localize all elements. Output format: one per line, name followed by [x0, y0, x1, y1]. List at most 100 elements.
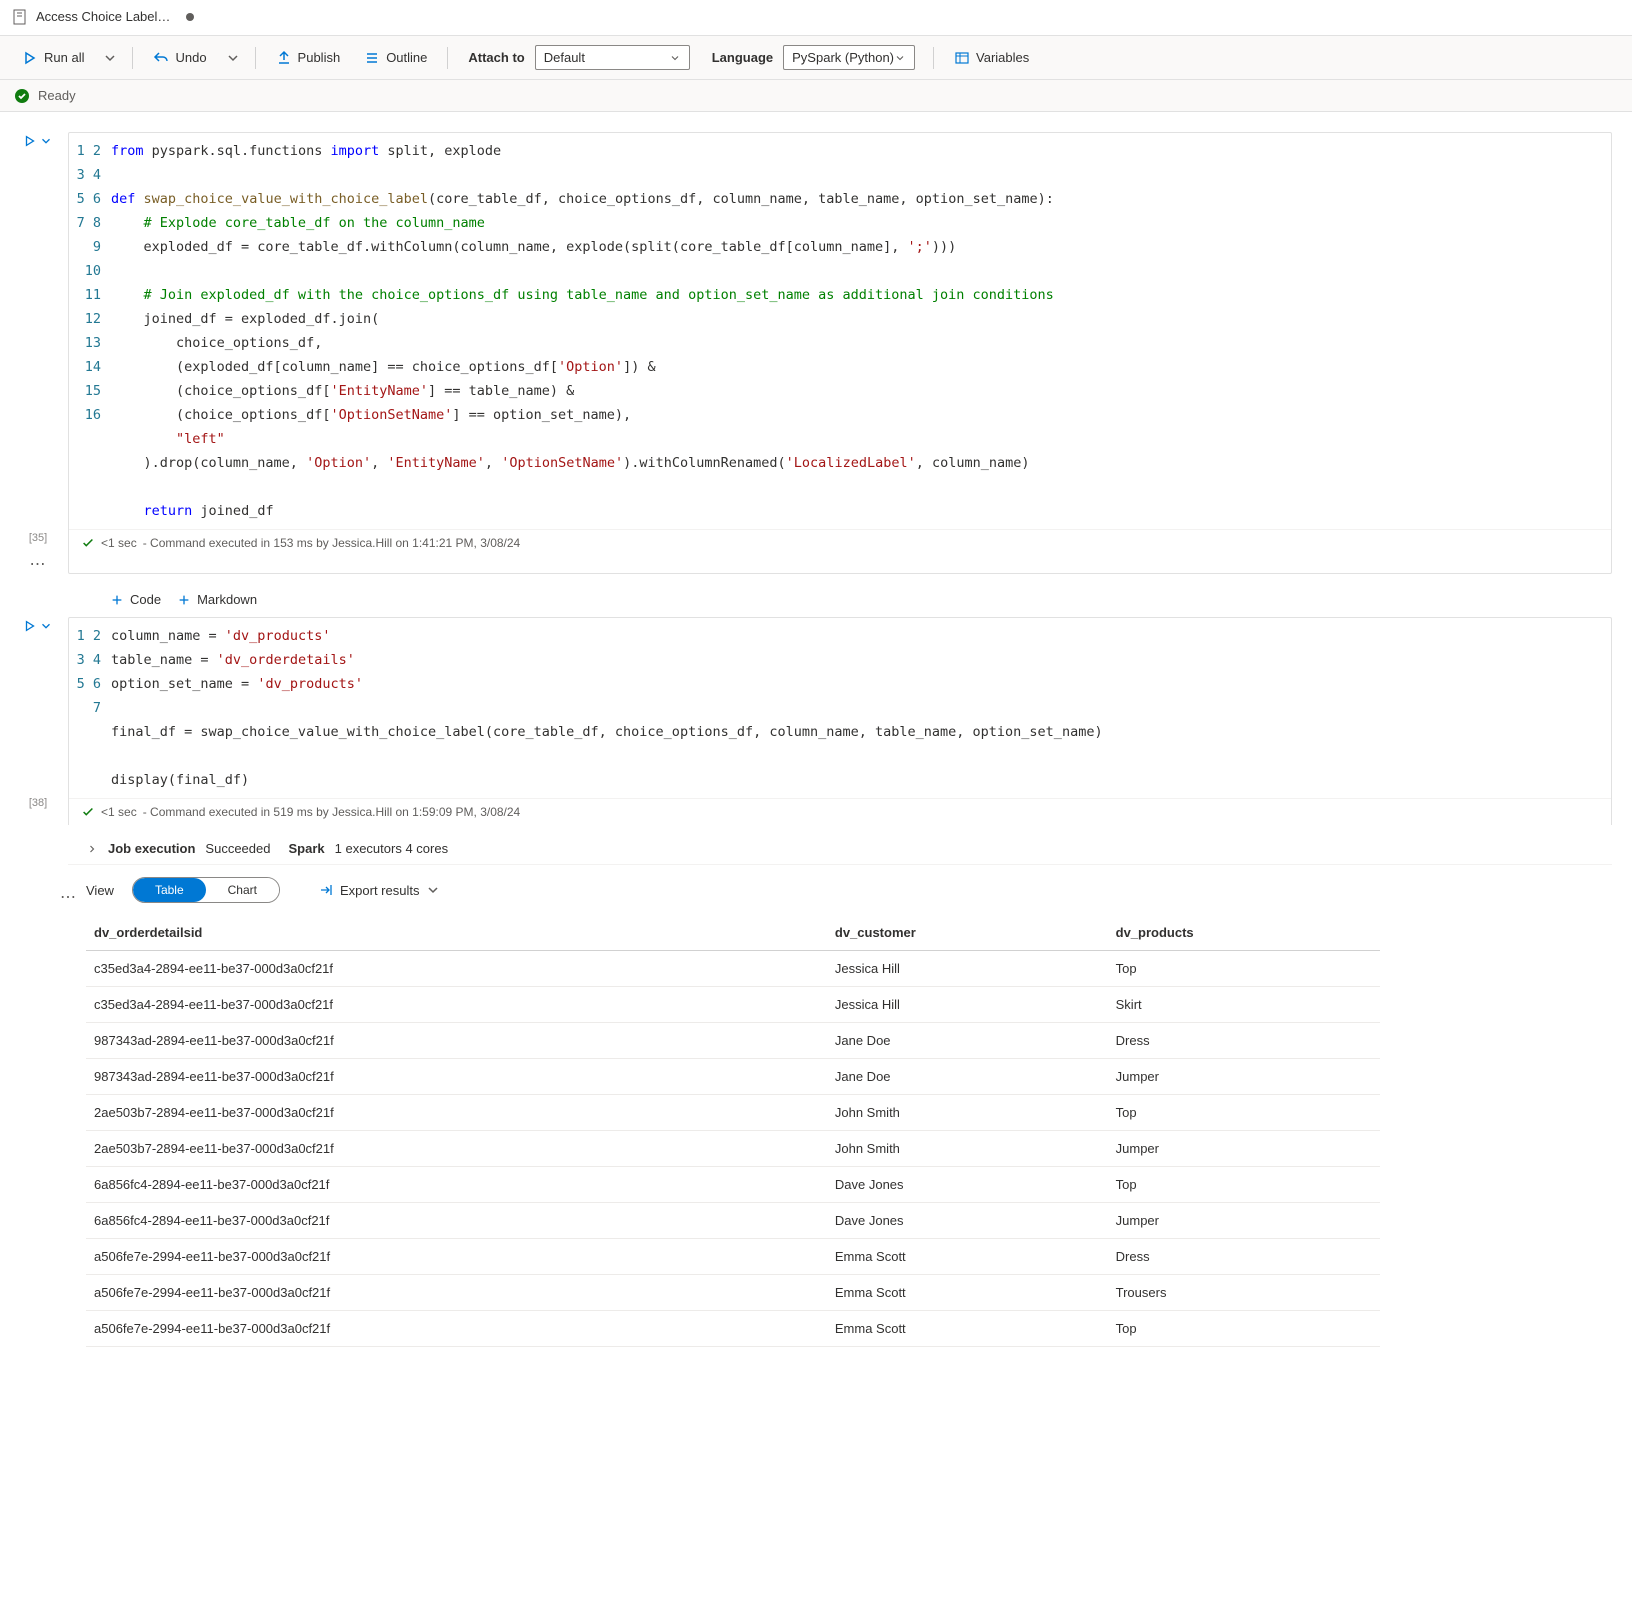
undo-button[interactable]: Undo	[143, 44, 216, 72]
more-cell-actions[interactable]: ⋯	[60, 887, 76, 907]
status-bar: Ready	[0, 80, 1632, 112]
add-markdown-button[interactable]: Markdown	[177, 592, 257, 607]
code-cell: [35] ⋯ 1 2 3 4 5 6 7 8 9 10 11 12 13 14 …	[0, 132, 1632, 574]
tab-title: Access Choice Label…	[36, 9, 170, 24]
table-row[interactable]: 987343ad-2894-ee11-be37-000d3a0cf21fJane…	[86, 1059, 1380, 1095]
run-all-button[interactable]: Run all	[12, 44, 94, 72]
cell-menu-button[interactable]	[39, 134, 53, 148]
attach-to-dropdown[interactable]: Default	[535, 45, 690, 70]
chevron-down-icon	[425, 882, 441, 898]
success-icon	[14, 88, 30, 104]
view-label: View	[86, 883, 114, 898]
outline-button[interactable]: Outline	[354, 44, 437, 72]
table-cell: a506fe7e-2994-ee11-be37-000d3a0cf21f	[86, 1275, 827, 1311]
chevron-down-icon	[894, 52, 906, 64]
table-row[interactable]: c35ed3a4-2894-ee11-be37-000d3a0cf21fJess…	[86, 951, 1380, 987]
cell-gutter: [35] ⋯	[8, 132, 68, 574]
view-table-button[interactable]: Table	[133, 878, 206, 902]
notebook-tab[interactable]: Access Choice Label…	[6, 3, 210, 33]
cell-output: Job execution Succeeded Spark 1 executor…	[0, 833, 1612, 1347]
table-cell: Dress	[1108, 1023, 1380, 1059]
variables-button[interactable]: Variables	[944, 44, 1039, 72]
table-cell: Top	[1108, 1095, 1380, 1131]
run-cell-button[interactable]	[23, 619, 37, 633]
cell-body[interactable]: 1 2 3 4 5 6 7 column_name = 'dv_products…	[68, 617, 1612, 825]
cell-body[interactable]: 1 2 3 4 5 6 7 8 9 10 11 12 13 14 15 16 f…	[68, 132, 1612, 574]
attach-to-label: Attach to	[468, 50, 524, 65]
code-editor[interactable]: from pyspark.sql.functions import split,…	[111, 139, 1611, 523]
table-cell: Trousers	[1108, 1275, 1380, 1311]
table-cell: Dress	[1108, 1239, 1380, 1275]
results-table: dv_orderdetailsiddv_customerdv_products …	[86, 915, 1380, 1347]
table-cell: a506fe7e-2994-ee11-be37-000d3a0cf21f	[86, 1311, 827, 1347]
line-numbers: 1 2 3 4 5 6 7 8 9 10 11 12 13 14 15 16	[69, 139, 111, 523]
code-editor[interactable]: column_name = 'dv_products' table_name =…	[111, 624, 1611, 792]
more-cell-actions[interactable]: ⋯	[30, 554, 47, 574]
code-cell: [38] 1 2 3 4 5 6 7 column_name = 'dv_pro…	[0, 617, 1632, 825]
chevron-right-icon	[86, 843, 98, 855]
chevron-down-icon	[225, 50, 241, 66]
line-numbers: 1 2 3 4 5 6 7	[69, 624, 111, 792]
table-row[interactable]: a506fe7e-2994-ee11-be37-000d3a0cf21fEmma…	[86, 1311, 1380, 1347]
view-toggle-row: View Table Chart Export results	[68, 865, 1612, 915]
add-code-button[interactable]: Code	[110, 592, 161, 607]
table-row[interactable]: 2ae503b7-2894-ee11-be37-000d3a0cf21fJohn…	[86, 1131, 1380, 1167]
cell-status: <1 sec - Command executed in 153 ms by J…	[69, 529, 1611, 556]
column-header[interactable]: dv_products	[1108, 915, 1380, 951]
table-row[interactable]: 2ae503b7-2894-ee11-be37-000d3a0cf21fJohn…	[86, 1095, 1380, 1131]
column-header[interactable]: dv_customer	[827, 915, 1108, 951]
job-execution-row[interactable]: Job execution Succeeded Spark 1 executor…	[68, 833, 1612, 865]
table-cell: Jumper	[1108, 1059, 1380, 1095]
table-cell: 2ae503b7-2894-ee11-be37-000d3a0cf21f	[86, 1095, 827, 1131]
run-all-dropdown[interactable]	[98, 44, 122, 72]
table-row[interactable]: a506fe7e-2994-ee11-be37-000d3a0cf21fEmma…	[86, 1239, 1380, 1275]
table-row[interactable]: 6a856fc4-2894-ee11-be37-000d3a0cf21fDave…	[86, 1167, 1380, 1203]
table-cell: Jessica Hill	[827, 951, 1108, 987]
plus-icon	[177, 593, 191, 607]
add-cell-bar: Code Markdown	[0, 582, 1632, 617]
separator	[447, 47, 448, 69]
table-row[interactable]: 987343ad-2894-ee11-be37-000d3a0cf21fJane…	[86, 1023, 1380, 1059]
success-icon	[81, 536, 95, 550]
table-cell: Top	[1108, 1311, 1380, 1347]
undo-icon	[153, 50, 169, 66]
table-cell: Top	[1108, 951, 1380, 987]
language-dropdown[interactable]: PySpark (Python)	[783, 45, 915, 70]
separator	[933, 47, 934, 69]
table-cell: 6a856fc4-2894-ee11-be37-000d3a0cf21f	[86, 1167, 827, 1203]
status-text: Ready	[38, 88, 76, 103]
table-row[interactable]: c35ed3a4-2894-ee11-be37-000d3a0cf21fJess…	[86, 987, 1380, 1023]
table-cell: Skirt	[1108, 987, 1380, 1023]
table-cell: Dave Jones	[827, 1203, 1108, 1239]
table-cell: c35ed3a4-2894-ee11-be37-000d3a0cf21f	[86, 951, 827, 987]
table-cell: c35ed3a4-2894-ee11-be37-000d3a0cf21f	[86, 987, 827, 1023]
table-cell: John Smith	[827, 1131, 1108, 1167]
cell-menu-button[interactable]	[39, 619, 53, 633]
table-cell: Jumper	[1108, 1131, 1380, 1167]
tab-bar: Access Choice Label…	[0, 0, 1632, 36]
run-cell-button[interactable]	[23, 134, 37, 148]
column-header[interactable]: dv_orderdetailsid	[86, 915, 827, 951]
table-row[interactable]: 6a856fc4-2894-ee11-be37-000d3a0cf21fDave…	[86, 1203, 1380, 1239]
cell-gutter: [38]	[8, 617, 68, 825]
table-cell: 2ae503b7-2894-ee11-be37-000d3a0cf21f	[86, 1131, 827, 1167]
publish-button[interactable]: Publish	[266, 44, 351, 72]
export-results-button[interactable]: Export results	[318, 882, 441, 898]
table-cell: 987343ad-2894-ee11-be37-000d3a0cf21f	[86, 1059, 827, 1095]
table-cell: Emma Scott	[827, 1275, 1108, 1311]
table-row[interactable]: a506fe7e-2994-ee11-be37-000d3a0cf21fEmma…	[86, 1275, 1380, 1311]
execution-count: [35]	[29, 532, 47, 544]
table-cell: Emma Scott	[827, 1239, 1108, 1275]
table-cell: 6a856fc4-2894-ee11-be37-000d3a0cf21f	[86, 1203, 827, 1239]
toolbar: Run all Undo Publish Outline Attach to D…	[0, 36, 1632, 80]
export-icon	[318, 882, 334, 898]
undo-dropdown[interactable]	[221, 44, 245, 72]
view-toggle: Table Chart	[132, 877, 280, 903]
view-chart-button[interactable]: Chart	[206, 878, 279, 902]
separator	[132, 47, 133, 69]
cell-status: <1 sec - Command executed in 519 ms by J…	[69, 798, 1611, 825]
variables-icon	[954, 50, 970, 66]
table-cell: Emma Scott	[827, 1311, 1108, 1347]
table-cell: Jumper	[1108, 1203, 1380, 1239]
publish-icon	[276, 50, 292, 66]
